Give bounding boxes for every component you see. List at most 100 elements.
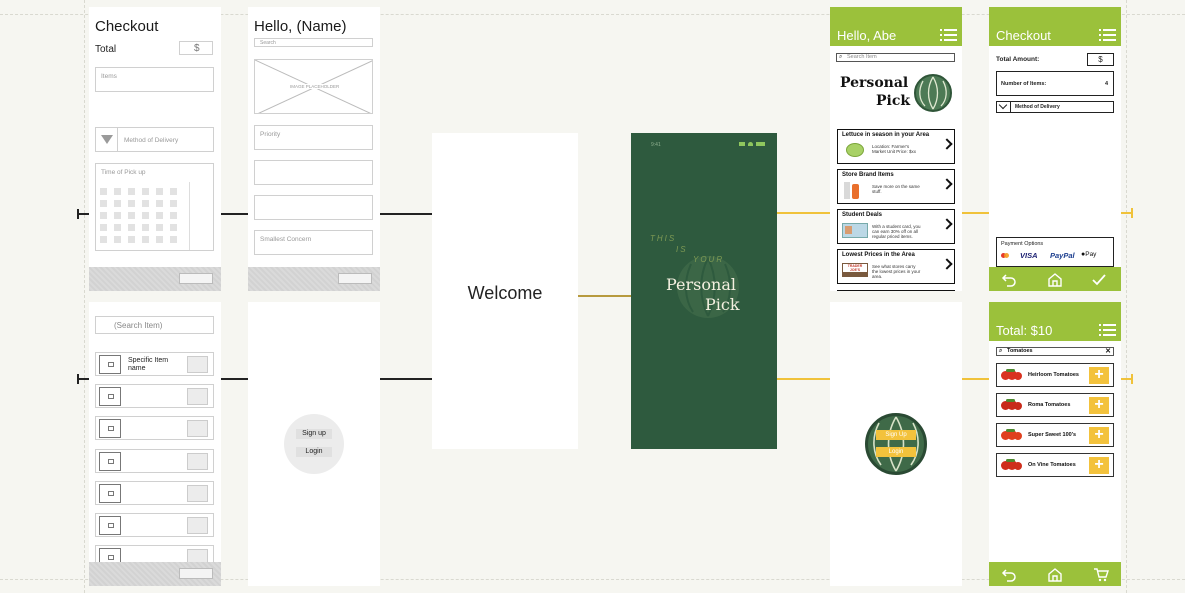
clear-icon[interactable]: ✕: [1105, 348, 1111, 355]
home-icon[interactable]: [1047, 272, 1063, 287]
dropdown-toggle[interactable]: [96, 128, 118, 151]
calendar-day[interactable]: [114, 236, 121, 243]
calendar-day[interactable]: [156, 224, 163, 231]
signup-button[interactable]: Sign up: [296, 429, 332, 439]
pickup-calendar[interactable]: Time of Pick up: [95, 163, 214, 251]
calendar-grid[interactable]: [100, 188, 188, 246]
calendar-day[interactable]: [156, 200, 163, 207]
calendar-day[interactable]: [142, 224, 149, 231]
list-item[interactable]: [95, 416, 214, 440]
dropdown-toggle[interactable]: [997, 100, 1011, 112]
calendar-day[interactable]: [170, 212, 177, 219]
checkmark-icon[interactable]: [1091, 272, 1107, 287]
calendar-day[interactable]: [170, 224, 177, 231]
visa-icon[interactable]: VISA: [1020, 251, 1038, 260]
cart-item[interactable]: Roma Tomatoes +: [996, 393, 1114, 417]
delivery-dropdown[interactable]: Method of Delivery: [996, 100, 1114, 113]
cart-item[interactable]: Heirloom Tomatoes +: [996, 363, 1114, 387]
feature-card[interactable]: Store Brand Items Save more on the same …: [837, 169, 955, 204]
add-button[interactable]: +: [1089, 397, 1109, 414]
feature-card[interactable]: Lettuce in season in your Area Location:…: [837, 129, 955, 164]
calendar-day[interactable]: [156, 212, 163, 219]
list-item[interactable]: [95, 384, 214, 408]
calendar-day[interactable]: [142, 236, 149, 243]
login-button[interactable]: Login: [876, 447, 916, 457]
page-title: Checkout: [996, 28, 1051, 43]
search-input[interactable]: (Search Item): [95, 316, 214, 334]
option-field[interactable]: [254, 160, 373, 185]
total-field[interactable]: $: [1087, 53, 1114, 66]
calendar-day[interactable]: [128, 200, 135, 207]
login-button[interactable]: Login: [296, 447, 332, 457]
calendar-day[interactable]: [100, 188, 107, 195]
calendar-day[interactable]: [170, 200, 177, 207]
chevron-right-icon[interactable]: [941, 178, 953, 190]
calendar-day[interactable]: [114, 212, 121, 219]
delivery-dropdown[interactable]: Method of Delivery: [95, 127, 214, 152]
calendar-day[interactable]: [100, 224, 107, 231]
priority-field[interactable]: Priority: [254, 125, 373, 150]
calendar-day[interactable]: [170, 236, 177, 243]
cart-item[interactable]: On Vine Tomatoes +: [996, 453, 1114, 477]
add-button[interactable]: [187, 485, 208, 502]
calendar-day[interactable]: [142, 200, 149, 207]
wireframe-home-screen: Hello, (Name) Search IMAGE PLACEHOLDER P…: [248, 7, 380, 291]
search-input[interactable]: Search: [254, 38, 373, 47]
calendar-day[interactable]: [142, 212, 149, 219]
calendar-day[interactable]: [100, 200, 107, 207]
menu-icon[interactable]: [1099, 324, 1116, 336]
calendar-day[interactable]: [100, 236, 107, 243]
calendar-day[interactable]: [156, 236, 163, 243]
calendar-day[interactable]: [156, 188, 163, 195]
footer-button[interactable]: [179, 568, 213, 579]
add-button[interactable]: [187, 517, 208, 534]
calendar-day[interactable]: [128, 224, 135, 231]
list-item[interactable]: [95, 449, 214, 473]
calendar-day[interactable]: [128, 188, 135, 195]
add-button[interactable]: [187, 420, 208, 437]
chevron-right-icon[interactable]: [941, 138, 953, 150]
add-button[interactable]: [187, 356, 208, 373]
add-button[interactable]: +: [1089, 427, 1109, 444]
chevron-right-icon[interactable]: [941, 218, 953, 230]
apple-pay-icon[interactable]: ●Pay: [1081, 251, 1096, 258]
cart-item[interactable]: Super Sweet 100's +: [996, 423, 1114, 447]
calendar-day[interactable]: [114, 224, 121, 231]
paypal-icon[interactable]: PayPal: [1050, 251, 1075, 260]
calendar-day[interactable]: [142, 188, 149, 195]
calendar-day[interactable]: [100, 212, 107, 219]
cart-icon[interactable]: [1093, 567, 1109, 582]
calendar-day[interactable]: [114, 188, 121, 195]
back-icon[interactable]: [1001, 567, 1017, 582]
calendar-day[interactable]: [114, 200, 121, 207]
footer-button[interactable]: [179, 273, 213, 284]
items-field[interactable]: Number of Items: 4: [996, 71, 1114, 96]
search-input[interactable]: ⌕ Search Item: [836, 53, 955, 62]
add-button[interactable]: [187, 388, 208, 405]
connector: [962, 212, 989, 214]
list-item[interactable]: Specific Item name: [95, 352, 214, 376]
items-field[interactable]: Items: [95, 67, 214, 92]
concern-field[interactable]: Smallest Concern: [254, 230, 373, 255]
option-field[interactable]: [254, 195, 373, 220]
home-icon[interactable]: [1047, 567, 1063, 582]
feature-card[interactable]: [837, 290, 955, 291]
chevron-right-icon[interactable]: [941, 258, 953, 270]
list-item[interactable]: [95, 513, 214, 537]
list-item[interactable]: [95, 481, 214, 505]
signup-button[interactable]: Sign Up: [876, 430, 916, 440]
menu-icon[interactable]: [940, 29, 957, 41]
calendar-day[interactable]: [128, 236, 135, 243]
calendar-day[interactable]: [170, 188, 177, 195]
back-icon[interactable]: [1001, 272, 1017, 287]
search-input[interactable]: ⌕ Tomatoes ✕: [996, 347, 1114, 356]
add-button[interactable]: +: [1089, 457, 1109, 474]
add-button[interactable]: +: [1089, 367, 1109, 384]
footer-button[interactable]: [338, 273, 372, 284]
feature-card[interactable]: Lowest Prices in the Area TRADER JOE'S S…: [837, 249, 955, 284]
add-button[interactable]: [187, 453, 208, 470]
calendar-day[interactable]: [128, 212, 135, 219]
total-field[interactable]: $: [179, 41, 213, 55]
menu-icon[interactable]: [1099, 29, 1116, 41]
feature-card[interactable]: Student Deals With a student card, you c…: [837, 209, 955, 244]
